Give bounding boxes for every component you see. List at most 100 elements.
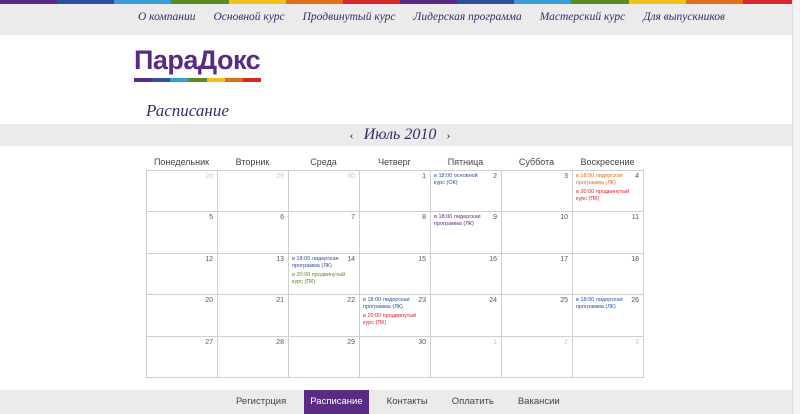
bottom-nav-link[interactable]: Вакансии xyxy=(512,390,566,414)
calendar-day-cell[interactable]: 4 в 18:00 лидерская программа (ЛК) в 20:00… xyxy=(573,171,644,213)
bottom-nav-link[interactable]: Контакты xyxy=(381,390,434,414)
top-nav-link[interactable]: Лидерская программа xyxy=(414,11,522,23)
calendar-day-cell[interactable]: 2 в 18:00 основной курс (ОК) xyxy=(431,171,502,213)
calendar-day-cell[interactable]: 3 xyxy=(573,336,644,378)
calendar-event[interactable]: в 20:00 продвинутый курс (ПК) xyxy=(576,189,630,203)
day-number: 1 xyxy=(422,173,426,180)
calendar-day-cell[interactable]: 28 xyxy=(218,336,289,378)
month-navigator: ‹ Июль 2010 › xyxy=(0,126,800,144)
logo-bar-segment xyxy=(152,78,171,82)
calendar-day-cell[interactable]: 27 xyxy=(147,336,218,378)
calendar-day-cell[interactable]: 9 в 18:00 лидерская программа (ЛК) xyxy=(431,212,502,254)
day-number: 6 xyxy=(280,214,284,222)
day-number: 12 xyxy=(205,255,213,263)
calendar-day-cell[interactable]: 25 xyxy=(502,295,573,337)
calendar-day-cell[interactable]: 16 xyxy=(431,253,502,296)
calendar-day-cell[interactable]: 1 xyxy=(360,171,431,213)
day-number: 10 xyxy=(560,214,568,222)
top-nav: О компании Основной курс Продвинутый курс Л… xyxy=(138,11,743,23)
logo-bar-segment xyxy=(134,78,153,82)
calendar-day-cell[interactable]: 20 xyxy=(147,295,218,337)
calendar-day-cell[interactable]: 30 xyxy=(360,336,431,378)
day-number: 30 xyxy=(418,338,426,346)
day-number: 4 xyxy=(635,173,639,180)
weekday-header: Воскресение xyxy=(580,157,635,167)
calendar-day-cell[interactable]: 1 xyxy=(431,336,502,378)
day-number: 22 xyxy=(347,297,355,305)
calendar-day-cell[interactable]: 7 xyxy=(289,212,360,254)
logo[interactable]: ПараДокс xyxy=(134,45,264,85)
calendar-day-cell[interactable]: 3 xyxy=(502,171,573,213)
calendar-day-cell[interactable]: 2 xyxy=(502,336,573,378)
logo-bar-segment xyxy=(242,78,261,82)
calendar-day-cell[interactable]: 18 xyxy=(573,253,644,296)
calendar-event[interactable]: в 20:00 продвинутый курс (ПК) xyxy=(292,272,346,286)
next-month-icon[interactable]: › xyxy=(446,128,450,142)
day-events: в 18:00 лидерская программа (ЛК) в 20:00 … xyxy=(576,173,630,205)
weekday-header: Пятница xyxy=(447,157,484,167)
weekday-header: Среда xyxy=(310,157,337,167)
bottom-nav-link[interactable]: Расписание xyxy=(304,390,369,414)
calendar-day-cell[interactable]: 12 xyxy=(147,253,218,296)
calendar-day-cell[interactable]: 28 xyxy=(147,171,218,213)
day-number: 30 xyxy=(347,173,355,180)
calendar-day-cell[interactable]: 29 xyxy=(218,171,289,213)
top-nav-link[interactable]: Продвинутый курс xyxy=(303,11,396,23)
calendar-day-cell[interactable]: 15 xyxy=(360,253,431,296)
calendar-event[interactable]: в 20:00 продвинутый курс (ПК) xyxy=(363,313,417,327)
calendar-day-cell[interactable]: 11 xyxy=(573,212,644,254)
day-number: 21 xyxy=(276,297,284,305)
weekday-header: Вторник xyxy=(235,157,270,167)
weekday-header: Понедельник xyxy=(153,157,210,167)
day-number: 25 xyxy=(560,297,568,305)
day-number: 29 xyxy=(347,338,355,346)
day-number: 2 xyxy=(564,338,568,346)
bottom-nav-link[interactable]: Регистрция xyxy=(230,390,292,414)
day-number: 18 xyxy=(631,255,639,263)
logo-text: ПараДокс xyxy=(134,45,261,75)
calendar-day-cell[interactable]: 24 xyxy=(431,295,502,337)
weekday-headers: Понедельник Вторник Среда Четверг Пятница Суб… xyxy=(146,157,644,167)
top-nav-link[interactable]: Для выпускников xyxy=(643,11,725,23)
top-nav-link[interactable]: Основной курс xyxy=(213,11,284,23)
calendar-event[interactable]: в 18:00 лидерская программа (ЛК) xyxy=(576,173,630,187)
calendar-day-cell[interactable]: 22 xyxy=(289,295,360,337)
calendar-event[interactable]: в 18:00 основной курс (ОК) xyxy=(434,173,488,187)
day-number: 28 xyxy=(205,173,213,180)
bottom-nav-link[interactable]: Оплатить xyxy=(446,390,500,414)
day-number: 26 xyxy=(631,297,639,305)
top-nav-link[interactable]: Мастерский курс xyxy=(540,11,625,23)
calendar-grid: 28 29 30 1 2 в 18:00 основной курс (ОК) 3 4 в 18… xyxy=(146,170,644,379)
calendar-day-cell[interactable]: 10 xyxy=(502,212,573,254)
calendar-day-cell[interactable]: 6 xyxy=(218,212,289,254)
day-number: 3 xyxy=(635,338,639,346)
calendar-day-cell[interactable]: 30 xyxy=(289,171,360,213)
day-events: в 18:00 лидерская программа (ЛК) xyxy=(434,214,488,230)
day-number: 23 xyxy=(418,297,426,305)
day-number: 11 xyxy=(631,214,639,222)
day-events: в 18:00 лидерская программа (ЛК) xyxy=(576,297,630,313)
calendar-day-cell[interactable]: 14 в 18:00 лидерская программа (ЛК) в 20:0… xyxy=(289,253,360,296)
day-events: в 18:00 лидерская программа (ЛК) в 20:00 … xyxy=(363,297,417,329)
prev-month-icon[interactable]: ‹ xyxy=(350,128,354,142)
day-number: 20 xyxy=(205,297,213,305)
calendar-day-cell[interactable]: 21 xyxy=(218,295,289,337)
calendar-day-cell[interactable]: 13 xyxy=(218,253,289,296)
calendar-day-cell[interactable]: 29 xyxy=(289,336,360,378)
calendar-day-cell[interactable]: 5 xyxy=(147,212,218,254)
calendar-event[interactable]: в 18:00 лидерская программа (ЛК) xyxy=(363,297,417,311)
calendar-day-cell[interactable]: 17 xyxy=(502,253,573,296)
calendar-day-cell[interactable]: 8 xyxy=(360,212,431,254)
day-number: 24 xyxy=(489,297,497,305)
calendar-day-cell[interactable]: 26 в 18:00 лидерская программа (ЛК) xyxy=(573,295,644,337)
scrollbar[interactable] xyxy=(792,0,800,414)
day-number: 28 xyxy=(276,338,284,346)
calendar-event[interactable]: в 18:00 лидерская программа (ЛК) xyxy=(576,297,630,311)
day-number: 5 xyxy=(209,214,213,222)
day-events: в 18:00 лидерская программа (ЛК) в 20:00 … xyxy=(292,256,346,288)
top-nav-link[interactable]: О компании xyxy=(138,11,195,23)
calendar-event[interactable]: в 18:00 лидерская программа (ЛК) xyxy=(434,214,488,228)
calendar-day-cell[interactable]: 23 в 18:00 лидерская программа (ЛК) в 20:0… xyxy=(360,295,431,337)
day-number: 8 xyxy=(422,214,426,222)
calendar-event[interactable]: в 18:00 лидерская программа (ЛК) xyxy=(292,256,346,270)
